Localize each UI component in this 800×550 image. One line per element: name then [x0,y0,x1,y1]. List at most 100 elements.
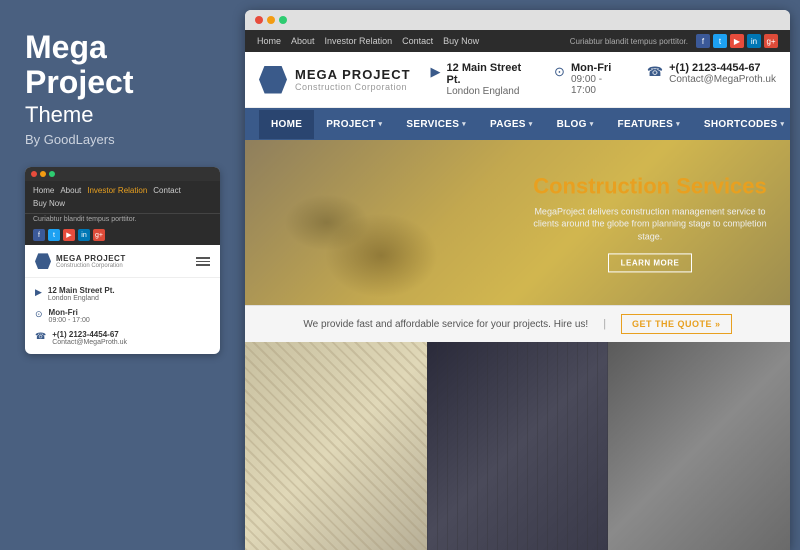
mobile-logo-name: MEGA PROJECT [56,254,126,263]
header-phone-label: +(1) 2123-4454-67 [669,62,776,74]
nav-home[interactable]: HOME [259,110,314,139]
left-panel: MegaProject Theme By GoodLayers Home Abo… [0,0,245,550]
nav-services[interactable]: SERVICES ▾ [394,110,478,139]
hamburger-icon[interactable] [196,257,210,266]
phone-icon: ☎ [35,331,46,342]
thumbnail-2-overlay [427,342,609,550]
logo-diamond-icon [259,66,287,94]
quote-separator: | [603,318,606,330]
header-address: ▶ 12 Main Street Pt. London England [431,62,535,97]
mobile-nav-buy[interactable]: Buy Now [33,199,65,208]
topbar-marquee: Curiabtur blandit tempus porttitor. [570,37,688,46]
nav-project[interactable]: PROJECT ▾ [314,110,394,139]
get-quote-label: GET THE QUOTE » [632,319,721,329]
get-quote-button[interactable]: GET THE QUOTE » [621,314,732,334]
topbar-nav: Home About Investor Relation Contact Buy… [257,36,479,46]
topbar-facebook-icon[interactable]: f [696,34,710,48]
thumbnail-1 [245,342,427,550]
by-line: By GoodLayers [25,132,220,147]
topbar-investor[interactable]: Investor Relation [325,36,393,46]
hero-section: Construction Services MegaProject delive… [245,140,790,305]
browser-titlebar [245,10,790,30]
location-icon: ▶ [35,287,42,298]
mobile-info: ▶ 12 Main Street Pt. London England ⊙ Mo… [25,278,220,354]
header-clock-icon: ⊙ [554,64,565,80]
mobile-linkedin-icon[interactable]: in [78,229,90,241]
mobile-youtube-icon[interactable]: ▶ [63,229,75,241]
topbar-right: Curiabtur blandit tempus porttitor. f t … [570,34,778,48]
thumbnail-1-overlay [245,342,427,550]
theme-subtitle: Theme [25,102,220,128]
mobile-nav-home[interactable]: Home [33,186,54,195]
header-hours-sub: 09:00 - 17:00 [571,74,627,96]
mobile-header: MEGA PROJECT Construction Corporation [25,245,220,278]
nav-links: HOME PROJECT ▾ SERVICES ▾ PAGES ▾ BLOG ▾… [259,110,790,139]
site-logo: MEGA PROJECT Construction Corporation [259,66,411,94]
mobile-marquee: Curiabtur blandit tempus porttitor. [25,213,220,225]
topbar-youtube-icon[interactable]: ▶ [730,34,744,48]
mobile-preview: Home About Investor Relation Contact Buy… [25,167,220,354]
left-title: MegaProject Theme By GoodLayers [25,30,220,147]
site-topbar: Home About Investor Relation Contact Buy… [245,30,790,52]
mobile-hours-label: Mon-Fri [49,308,90,317]
hero-content: Construction Services MegaProject delive… [530,173,770,272]
header-phone-icon: ☎ [647,64,663,80]
mobile-phone-label: +(1) 2123-4454-67 [52,330,127,339]
mobile-hours-sub: 09:00 - 17:00 [49,317,90,324]
mobile-nav-about[interactable]: About [60,186,81,195]
mobile-social: f t ▶ in g+ [25,225,220,245]
nav-blog[interactable]: BLOG ▾ [545,110,606,139]
mobile-title-bar [25,167,220,181]
mobile-logo-icon [35,253,51,269]
mobile-address-sub: London England [48,295,115,302]
header-phone-sub: Contact@MegaProth.uk [669,74,776,85]
topbar-twitter-icon[interactable]: t [713,34,727,48]
mobile-info-address: ▶ 12 Main Street Pt. London England [35,286,210,302]
nav-pages[interactable]: PAGES ▾ [478,110,545,139]
header-info: ▶ 12 Main Street Pt. London England ⊙ Mo… [431,62,776,97]
topbar-googleplus-icon[interactable]: g+ [764,34,778,48]
clock-icon: ⊙ [35,309,43,320]
topbar-social: f t ▶ in g+ [696,34,778,48]
logo-text-area: MEGA PROJECT Construction Corporation [295,67,411,92]
mobile-dot-yellow [40,171,46,177]
logo-name: MEGA PROJECT [295,67,411,82]
mobile-phone-sub: Contact@MegaProth.uk [52,339,127,346]
topbar-linkedin-icon[interactable]: in [747,34,761,48]
thumbnail-2 [427,342,609,550]
thumbnail-row [245,342,790,550]
mobile-nav-investor[interactable]: Investor Relation [87,186,147,195]
quote-text: We provide fast and affordable service f… [303,319,588,330]
site-header: MEGA PROJECT Construction Corporation ▶ … [245,52,790,108]
topbar-buy[interactable]: Buy Now [443,36,479,46]
browser-dot-red [255,16,263,24]
header-phone: ☎ +(1) 2123-4454-67 Contact@MegaProth.uk [647,62,776,97]
mobile-facebook-icon[interactable]: f [33,229,45,241]
header-hours: ⊙ Mon-Fri 09:00 - 17:00 [554,62,627,97]
nav-features[interactable]: FEATURES ▾ [606,110,692,139]
hero-subtitle: MegaProject delivers construction manage… [530,205,770,243]
topbar-about[interactable]: About [291,36,315,46]
mobile-address-label: 12 Main Street Pt. [48,286,115,295]
mobile-nav: Home About Investor Relation Contact Buy… [25,181,220,213]
learn-more-button[interactable]: LEARN MORE [608,253,693,272]
header-hours-label: Mon-Fri [571,62,627,74]
mobile-dot-red [31,171,37,177]
nav-shortcodes[interactable]: SHORTCODES ▾ [692,110,790,139]
site-nav: HOME PROJECT ▾ SERVICES ▾ PAGES ▾ BLOG ▾… [245,108,790,140]
hero-title: Construction Services [530,173,770,199]
mobile-googleplus-icon[interactable]: g+ [93,229,105,241]
logo-tagline: Construction Corporation [295,82,411,92]
mobile-logo-area: MEGA PROJECT Construction Corporation [35,253,126,269]
desktop-preview: Home About Investor Relation Contact Buy… [245,10,790,550]
topbar-contact[interactable]: Contact [402,36,433,46]
thumbnail-3 [608,342,790,550]
hero-title-highlight: Services [676,173,767,198]
mobile-nav-contact[interactable]: Contact [153,186,181,195]
mobile-logo-sub: Construction Corporation [56,263,126,269]
quote-bar: We provide fast and affordable service f… [245,305,790,342]
mobile-twitter-icon[interactable]: t [48,229,60,241]
mobile-info-hours: ⊙ Mon-Fri 09:00 - 17:00 [35,308,210,324]
topbar-home[interactable]: Home [257,36,281,46]
header-address-label: 12 Main Street Pt. [447,62,535,86]
